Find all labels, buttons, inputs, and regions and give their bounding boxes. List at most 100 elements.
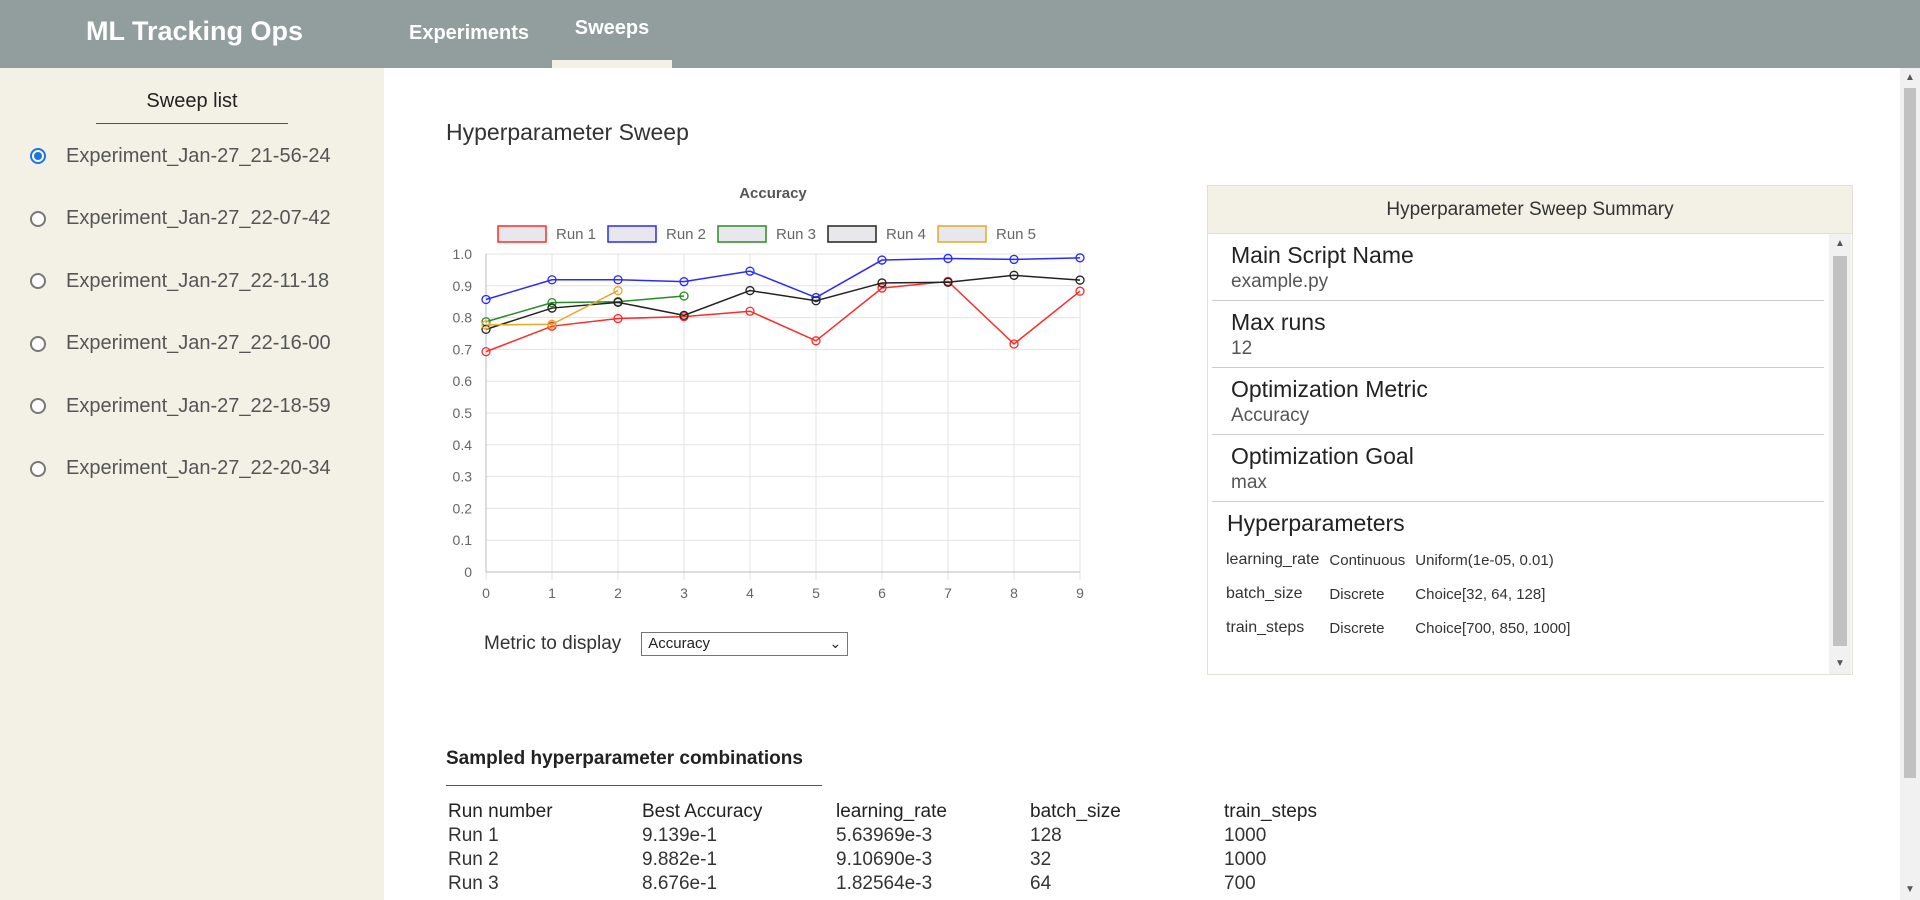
y-tick-label: 1.0 — [453, 246, 473, 262]
sweep-item-label: Experiment_Jan-27_22-16-00 — [66, 332, 331, 354]
x-tick-label: 2 — [614, 585, 622, 601]
hyperparameter-table: learning_rate Continuous Uniform(1e-05, 0.… — [1224, 543, 1578, 645]
x-tick-label: 5 — [812, 585, 820, 601]
hp-type: Discrete — [1329, 619, 1385, 637]
hp-type: Continuous — [1329, 551, 1406, 569]
page-title: Hyperparameter Sweep — [446, 119, 689, 145]
tab-experiments[interactable]: Experiments — [409, 22, 529, 45]
table-cell: Run 1 — [448, 825, 499, 846]
sweep-item-label: Experiment_Jan-27_22-20-34 — [66, 457, 331, 479]
table-cell: 32 — [1030, 849, 1052, 870]
tab-sweeps[interactable]: Sweeps — [552, 17, 672, 40]
sweep-list-item[interactable]: Experiment_Jan-27_22-11-18 — [30, 266, 329, 296]
hp-type: Discrete — [1329, 585, 1385, 603]
page-scroll-thumb[interactable] — [1904, 88, 1916, 778]
radio-button[interactable] — [30, 460, 46, 477]
x-tick-label: 4 — [746, 585, 754, 601]
max-runs-value: 12 — [1231, 338, 1253, 359]
goal-value: max — [1231, 472, 1267, 493]
legend-label: Run 4 — [886, 226, 926, 243]
radio-button[interactable] — [30, 148, 46, 164]
hp-name: learning_rate — [1226, 551, 1320, 568]
radio-button[interactable] — [30, 273, 46, 289]
chevron-down-icon: ⌄ — [829, 635, 842, 651]
hp-distribution: Choice[32, 64, 128] — [1415, 585, 1546, 603]
table-cell: Run 3 — [448, 873, 499, 894]
script-value: example.py — [1231, 271, 1329, 292]
legend-label: Run 5 — [996, 226, 1036, 243]
radio-button[interactable] — [30, 210, 46, 227]
goal-key: Optimization Goal — [1231, 443, 1414, 469]
legend-swatch — [937, 225, 987, 243]
x-tick-label: 1 — [548, 585, 556, 601]
legend-label: Run 3 — [776, 226, 816, 243]
hyperparameter-row: train_steps Discrete Choice[700, 850, 1000… — [1224, 611, 1578, 645]
column-header: Run number — [448, 801, 553, 822]
sweep-list-item[interactable]: Experiment_Jan-27_22-20-34 — [30, 454, 331, 484]
summary-goal: Optimization Goal max — [1212, 435, 1824, 502]
table-row: Run 3 8.676e-1 1.82564e-3 64 700 — [446, 872, 1416, 896]
y-tick-label: 0 — [464, 564, 472, 580]
page-scrollbar[interactable]: ▲ ▼ — [1900, 68, 1920, 900]
summary-scrollbar[interactable]: ▲ ▼ — [1829, 234, 1851, 674]
sampled-divider — [446, 785, 822, 786]
table-cell: Run 2 — [448, 849, 499, 870]
page-scroll-up-icon[interactable]: ▲ — [1905, 72, 1915, 83]
summary-max-runs: Max runs 12 — [1212, 301, 1824, 368]
metric-select-value: Accuracy — [648, 635, 710, 652]
series-line — [485, 280, 1081, 353]
series-line — [485, 257, 1081, 301]
sweep-item-label: Experiment_Jan-27_22-07-42 — [66, 207, 331, 229]
scroll-down-icon[interactable]: ▼ — [1835, 658, 1845, 669]
sweep-list-item[interactable]: Experiment_Jan-27_22-07-42 — [30, 204, 331, 234]
x-tick-label: 7 — [944, 585, 952, 601]
active-tab-indicator — [552, 60, 672, 68]
metric-value: Accuracy — [1231, 405, 1310, 426]
radio-button[interactable] — [30, 335, 46, 352]
legend-label: Run 1 — [556, 226, 596, 243]
column-header: Best Accuracy — [642, 801, 763, 822]
accuracy-chart: Accuracy Run 1 Run 2 Run 3 Run 4 Run 5 0 0.1 0.2… — [440, 180, 1100, 610]
summary-scroll-thumb[interactable] — [1833, 256, 1847, 646]
chart-title: Accuracy — [739, 185, 807, 202]
table-cell: 64 — [1030, 873, 1052, 894]
y-tick-label: 0.1 — [453, 532, 473, 548]
summary-body: Main Script Name example.py Max runs 12 … — [1208, 234, 1828, 674]
table-cell: 9.10690e-3 — [836, 849, 933, 870]
legend-swatch — [827, 225, 877, 243]
page-scroll-down-icon[interactable]: ▼ — [1905, 884, 1915, 895]
radio-button[interactable] — [30, 398, 46, 414]
sweep-list-item[interactable]: Experiment_Jan-27_22-18-59 — [30, 391, 331, 421]
y-tick-label: 0.8 — [453, 310, 473, 326]
max-runs-key: Max runs — [1231, 309, 1326, 335]
sidebar-divider — [96, 123, 288, 124]
summary-metric: Optimization Metric Accuracy — [1212, 368, 1824, 435]
summary-title: Hyperparameter Sweep Summary — [1208, 186, 1852, 234]
x-tick-label: 6 — [878, 585, 886, 601]
table-row: Run 1 9.139e-1 5.63969e-3 128 1000 — [446, 824, 1416, 848]
table-cell: 9.139e-1 — [642, 825, 718, 846]
column-header: train_steps — [1224, 801, 1317, 822]
table-cell: 5.63969e-3 — [836, 825, 933, 846]
sweep-list-item[interactable]: Experiment_Jan-27_22-16-00 — [30, 329, 331, 359]
scroll-up-icon[interactable]: ▲ — [1835, 238, 1845, 249]
y-tick-label: 0.7 — [453, 341, 473, 357]
legend-swatch — [497, 225, 547, 243]
top-bar: ML Tracking Ops Experiments Sweeps — [0, 0, 1920, 68]
table-cell: 9.882e-1 — [642, 849, 718, 870]
legend-swatch — [607, 225, 657, 243]
table-cell: 700 — [1224, 873, 1256, 894]
table-row: Run 2 9.882e-1 9.10690e-3 32 1000 — [446, 848, 1416, 872]
y-tick-label: 0.9 — [453, 278, 473, 294]
y-tick-label: 0.4 — [453, 437, 473, 453]
sweep-list-item[interactable]: Experiment_Jan-27_21-56-24 — [30, 141, 331, 171]
x-tick-label: 9 — [1076, 585, 1084, 601]
column-header: learning_rate — [836, 801, 947, 822]
script-key: Main Script Name — [1231, 242, 1414, 268]
sweep-item-label: Experiment_Jan-27_21-56-24 — [66, 144, 331, 167]
hp-distribution: Choice[700, 850, 1000] — [1415, 619, 1571, 637]
metric-select[interactable]: Accuracy ⌄ — [641, 632, 849, 656]
sidebar: Sweep list Experiment_Jan-27_21-56-24 Exp… — [0, 68, 384, 900]
metric-label: Metric to display — [484, 633, 622, 654]
hp-name: train_steps — [1226, 619, 1305, 636]
